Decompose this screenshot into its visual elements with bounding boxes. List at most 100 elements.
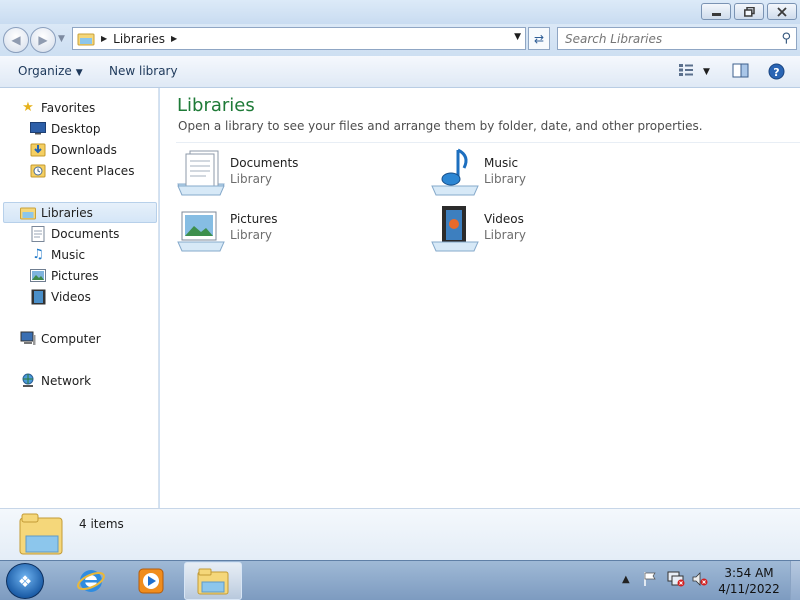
sidebar-item-desktop[interactable]: Desktop xyxy=(30,118,101,139)
organize-button[interactable]: Organize ▼ xyxy=(18,64,83,78)
sidebar-item-label: Libraries xyxy=(41,205,93,220)
sidebar-item-label: Downloads xyxy=(51,142,117,157)
sidebar-item-documents[interactable]: Documents xyxy=(30,223,119,244)
content-pane: Libraries Open a library to see your fil… xyxy=(160,88,800,508)
videos-library-icon xyxy=(431,206,479,252)
divider xyxy=(176,142,800,143)
network-icon xyxy=(20,373,36,389)
library-item-documents[interactable]: Documents Library xyxy=(176,148,406,200)
back-button[interactable]: ◀ xyxy=(3,27,29,53)
page-title: Libraries xyxy=(177,95,255,116)
recent-places-icon xyxy=(30,163,46,179)
taskbar-windows-explorer[interactable] xyxy=(184,562,242,600)
restore-button[interactable] xyxy=(734,3,764,20)
minimize-icon xyxy=(711,12,721,16)
computer-icon xyxy=(20,331,36,347)
libraries-icon xyxy=(20,205,36,221)
desktop-icon xyxy=(30,121,46,137)
pictures-library-icon xyxy=(177,211,225,252)
refresh-button[interactable]: ⇄ xyxy=(528,27,550,50)
back-arrow-icon: ◀ xyxy=(11,33,21,47)
help-icon[interactable]: ? xyxy=(768,63,785,84)
windows-logo-icon: ❖ xyxy=(17,571,33,591)
sidebar-item-downloads[interactable]: Downloads xyxy=(30,139,117,160)
library-type: Library xyxy=(230,228,272,242)
internet-explorer-icon xyxy=(77,570,105,592)
sidebar-item-network[interactable]: Network xyxy=(20,370,91,391)
media-player-icon xyxy=(138,568,164,594)
action-center-flag-icon[interactable] xyxy=(642,571,658,590)
library-item-videos[interactable]: Videos Library xyxy=(430,204,660,256)
taskbar-media-player[interactable] xyxy=(122,562,180,600)
item-count: 4 items xyxy=(79,517,124,531)
change-view-icon[interactable] xyxy=(678,63,694,81)
show-hidden-icons-icon[interactable]: ▲ xyxy=(622,574,630,585)
star-icon: ★ xyxy=(22,100,34,115)
new-library-button[interactable]: New library xyxy=(109,64,178,78)
organize-label: Organize xyxy=(18,64,72,78)
search-icon[interactable]: ⚲ xyxy=(781,31,791,46)
start-button[interactable]: ❖ xyxy=(6,563,44,599)
address-row: ◀ ▶ ▼ ▶ Libraries ▶ ▼ ⇄ ⚲ xyxy=(0,24,800,56)
library-item-pictures[interactable]: Pictures Library xyxy=(176,204,406,256)
sidebar-item-videos[interactable]: Videos xyxy=(30,286,91,307)
clock-time: 3:54 AM xyxy=(724,566,774,580)
network-status-icon[interactable] xyxy=(667,571,685,590)
page-subtitle: Open a library to see your files and arr… xyxy=(178,119,703,133)
title-bar xyxy=(0,0,800,24)
library-item-music[interactable]: Music Library xyxy=(430,148,660,200)
music-library-icon xyxy=(431,148,479,196)
search-box[interactable]: ⚲ xyxy=(557,27,797,50)
sidebar-item-favorites[interactable]: ★ Favorites xyxy=(20,97,95,118)
library-name: Videos xyxy=(484,212,524,226)
taskbar: ❖ ▲ 3:54 AM 4/11/2022 xyxy=(0,560,800,600)
address-bar[interactable]: ▶ Libraries ▶ ▼ xyxy=(72,27,526,50)
library-type: Library xyxy=(484,228,526,242)
clock-date: 4/11/2022 xyxy=(718,582,780,596)
library-type: Library xyxy=(484,172,526,186)
sidebar-item-music[interactable]: ♫ Music xyxy=(30,244,85,265)
library-name: Music xyxy=(484,156,519,170)
close-button[interactable] xyxy=(767,3,797,20)
sidebar-item-pictures[interactable]: Pictures xyxy=(30,265,99,286)
volume-muted-icon[interactable] xyxy=(691,571,709,590)
address-dropdown-icon[interactable]: ▼ xyxy=(514,32,521,42)
windows-explorer-icon xyxy=(197,568,229,595)
command-bar: Organize ▼ New library ▼ ? xyxy=(0,56,800,88)
forward-arrow-icon: ▶ xyxy=(38,33,48,47)
preview-pane-icon[interactable] xyxy=(732,63,749,82)
view-options-chevron-icon[interactable]: ▼ xyxy=(703,67,710,77)
show-desktop-button[interactable] xyxy=(790,561,800,600)
sidebar-item-libraries[interactable]: Libraries xyxy=(3,202,157,223)
documents-library-icon xyxy=(177,150,225,196)
breadcrumb-libraries[interactable]: Libraries xyxy=(113,32,165,46)
sidebar-item-label: Network xyxy=(41,373,92,388)
sidebar-item-computer[interactable]: Computer xyxy=(20,328,101,349)
sidebar-item-label: Videos xyxy=(51,289,91,304)
taskbar-internet-explorer[interactable] xyxy=(62,562,120,600)
breadcrumb-arrow-icon[interactable]: ▶ xyxy=(101,34,107,43)
system-clock[interactable]: 3:54 AM 4/11/2022 xyxy=(718,565,780,597)
forward-button[interactable]: ▶ xyxy=(30,27,56,53)
refresh-icon: ⇄ xyxy=(533,31,545,46)
navigation-pane: ★ Favorites Desktop Downloads Recent Pla… xyxy=(0,88,159,508)
svg-text:?: ? xyxy=(773,66,779,79)
sidebar-item-label: Music xyxy=(51,247,86,262)
pictures-icon xyxy=(30,268,46,284)
search-input[interactable] xyxy=(565,31,775,46)
sidebar-item-label: Favorites xyxy=(41,100,96,115)
library-name: Documents xyxy=(230,156,299,170)
videos-icon xyxy=(30,289,46,305)
minimize-button[interactable] xyxy=(701,3,731,20)
library-name: Pictures xyxy=(230,212,278,226)
sidebar-item-recent-places[interactable]: Recent Places xyxy=(30,160,134,181)
libraries-icon xyxy=(77,33,95,45)
details-pane: 4 items xyxy=(0,508,800,560)
chevron-down-icon: ▼ xyxy=(75,68,83,78)
breadcrumb-arrow-icon[interactable]: ▶ xyxy=(171,34,177,43)
recent-pages-dropdown[interactable]: ▼ xyxy=(58,34,65,44)
sidebar-item-label: Computer xyxy=(41,331,101,346)
new-library-label: New library xyxy=(109,64,178,78)
sidebar-item-label: Documents xyxy=(51,226,120,241)
music-icon: ♫ xyxy=(32,247,44,262)
